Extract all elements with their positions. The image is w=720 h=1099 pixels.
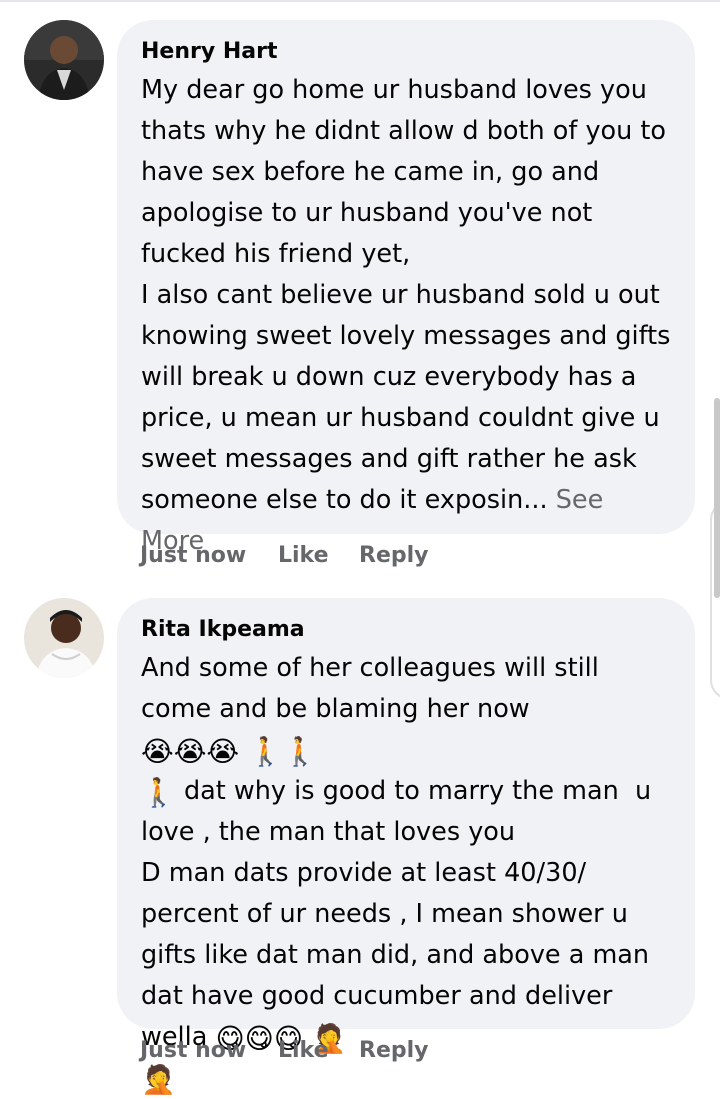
facepalm-emoji-icon: 🤦 (141, 1063, 176, 1096)
avatar-image (24, 20, 104, 100)
top-divider (0, 0, 720, 2)
comment-actions: Just now Like Reply (140, 1036, 429, 1066)
comment-body-part1: And some of her colleagues will still co… (141, 653, 607, 724)
comment-text: And some of her colleagues will still co… (141, 648, 673, 1099)
comment-body: My dear go home ur husband loves you tha… (141, 75, 671, 515)
comment-bubble[interactable]: Rita Ikpeama And some of her colleagues … (117, 598, 695, 1094)
like-button[interactable]: Like (278, 1036, 359, 1066)
comment-timestamp[interactable]: Just now (140, 1036, 278, 1066)
comment-body-part2: dat why is good to marry the man u love … (141, 776, 652, 1052)
comment-bubble[interactable]: Henry Hart My dear go home ur husband lo… (117, 20, 695, 556)
crying-emoji-icon: 😭😭😭 🚶🚶 (141, 735, 318, 768)
scrollbar[interactable] (714, 398, 720, 598)
avatar[interactable] (24, 598, 104, 678)
comment-actions: Just now Like Reply (140, 541, 429, 571)
comment-timestamp[interactable]: Just now (140, 541, 278, 571)
reply-button[interactable]: Reply (359, 541, 429, 571)
walking-emoji-icon: 🚶 (141, 776, 176, 809)
avatar[interactable] (24, 20, 104, 100)
reply-button[interactable]: Reply (359, 1036, 429, 1066)
avatar-image (24, 598, 104, 678)
comment-author[interactable]: Henry Hart (141, 38, 673, 66)
like-button[interactable]: Like (278, 541, 359, 571)
comment-author[interactable]: Rita Ikpeama (141, 616, 673, 644)
comment-text: My dear go home ur husband loves you tha… (141, 70, 673, 562)
